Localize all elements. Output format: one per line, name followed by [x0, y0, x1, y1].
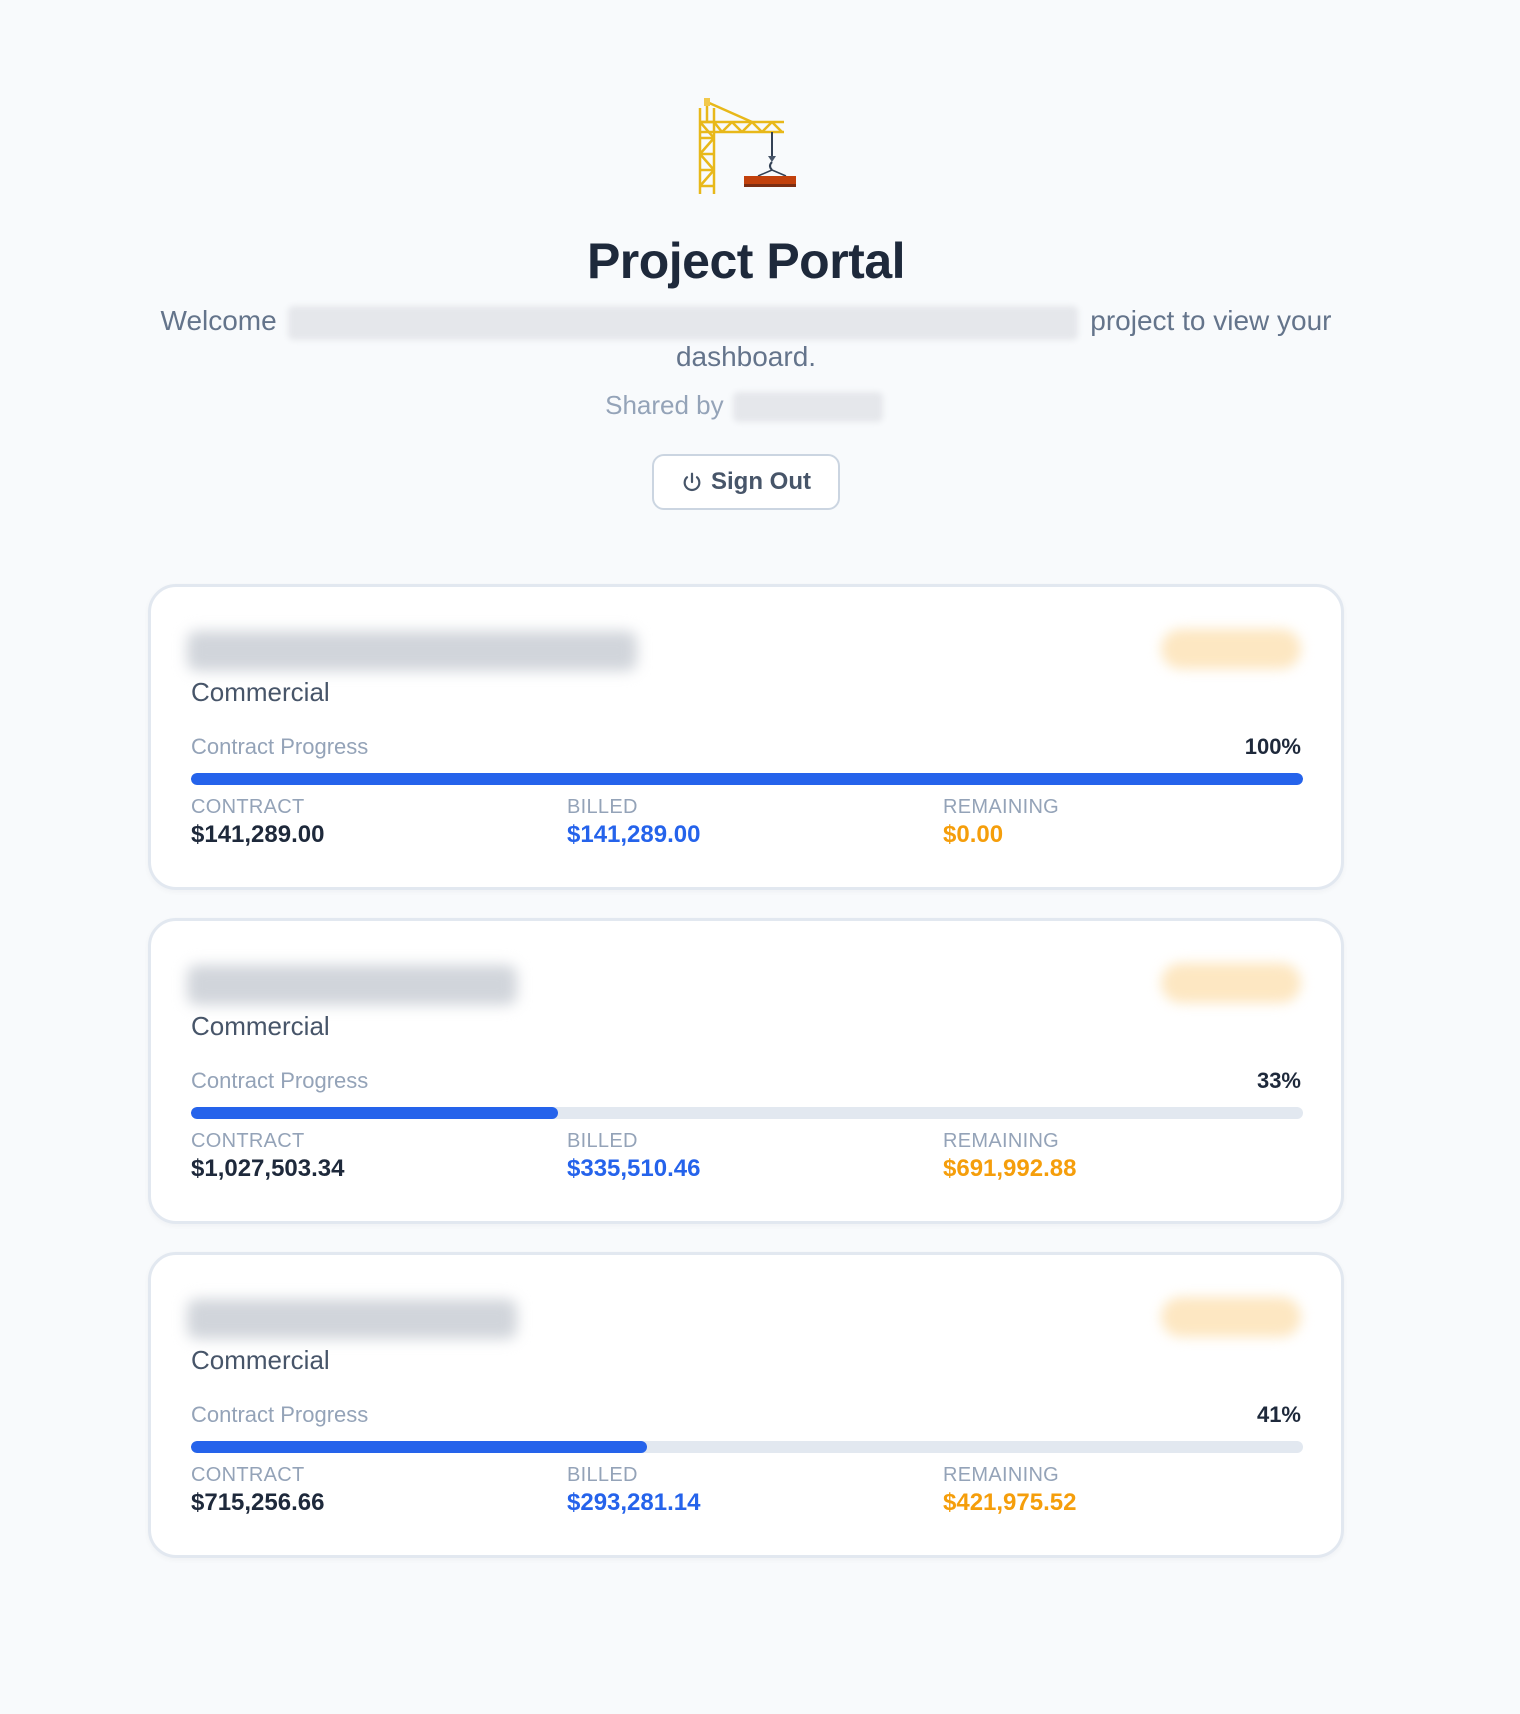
page-title: Project Portal [586, 233, 906, 289]
progress-label: Contract Progress [191, 734, 369, 759]
billed-stat: BILLED $335,510.46 [567, 1128, 700, 1184]
progress-track [191, 1441, 1303, 1453]
contract-stat: CONTRACT $715,256.66 [191, 1462, 324, 1518]
status-badge [1161, 629, 1301, 669]
billed-label: BILLED [567, 796, 638, 818]
remaining-stat: REMAINING $0.00 [943, 794, 1059, 850]
contract-stat: CONTRACT $141,289.00 [191, 794, 324, 850]
billed-value: $335,510.46 [567, 1155, 701, 1182]
progress-fill [191, 773, 1303, 785]
billed-stat: BILLED $141,289.00 [567, 794, 700, 850]
project-card[interactable]: Commercial Contract Progress 100% CONTRA… [148, 584, 1344, 890]
billed-value: $141,289.00 [567, 821, 701, 848]
project-type: Commercial [191, 1011, 330, 1041]
project-card[interactable]: Commercial Contract Progress 41% CONTRAC… [148, 1252, 1344, 1558]
contract-label: CONTRACT [191, 1464, 305, 1486]
shared-by-line: Shared by [0, 390, 1492, 423]
progress-track [191, 1107, 1303, 1119]
contract-value: $141,289.00 [191, 821, 325, 848]
redacted-project-title [187, 631, 637, 671]
progress-label: Contract Progress [191, 1402, 369, 1427]
redacted-project-title [187, 1299, 517, 1339]
welcome-message: Welcome project to view your dashboard. [150, 304, 1342, 374]
status-badge [1161, 963, 1301, 1003]
construction-crane-icon [692, 98, 798, 198]
billed-stat: BILLED $293,281.14 [567, 1462, 700, 1518]
remaining-label: REMAINING [943, 796, 1060, 818]
sign-out-label: Sign Out [711, 468, 811, 495]
progress-percent: 100% [1244, 734, 1301, 759]
welcome-prefix: Welcome [160, 305, 277, 336]
sign-out-button[interactable]: Sign Out [652, 454, 840, 510]
remaining-value: $0.00 [943, 821, 1004, 848]
shared-by-prefix: Shared by [605, 390, 724, 420]
contract-label: CONTRACT [191, 796, 305, 818]
power-icon [683, 472, 701, 492]
billed-value: $293,281.14 [567, 1489, 701, 1516]
progress-percent: 41% [1256, 1402, 1301, 1427]
contract-label: CONTRACT [191, 1130, 305, 1152]
project-type: Commercial [191, 1345, 330, 1375]
redacted-sharer-name [732, 392, 883, 423]
contract-stat: CONTRACT $1,027,503.34 [191, 1128, 344, 1184]
progress-fill [191, 1107, 558, 1119]
billed-label: BILLED [567, 1464, 638, 1486]
progress-track [191, 773, 1303, 785]
redacted-project-name [288, 305, 1079, 340]
remaining-value: $691,992.88 [943, 1155, 1077, 1182]
progress-label: Contract Progress [191, 1068, 369, 1093]
progress-percent: 33% [1256, 1068, 1301, 1093]
project-type: Commercial [191, 677, 330, 707]
redacted-project-title [187, 965, 517, 1005]
progress-fill [191, 1441, 647, 1453]
remaining-label: REMAINING [943, 1464, 1060, 1486]
contract-value: $715,256.66 [191, 1489, 325, 1516]
billed-label: BILLED [567, 1130, 638, 1152]
remaining-label: REMAINING [943, 1130, 1060, 1152]
status-badge [1161, 1297, 1301, 1337]
remaining-stat: REMAINING $691,992.88 [943, 1128, 1076, 1184]
remaining-value: $421,975.52 [943, 1489, 1077, 1516]
contract-value: $1,027,503.34 [191, 1155, 345, 1182]
remaining-stat: REMAINING $421,975.52 [943, 1462, 1076, 1518]
project-card[interactable]: Commercial Contract Progress 33% CONTRAC… [148, 918, 1344, 1224]
project-portal-page: Project Portal Welcome project to view y… [0, 0, 1520, 1714]
